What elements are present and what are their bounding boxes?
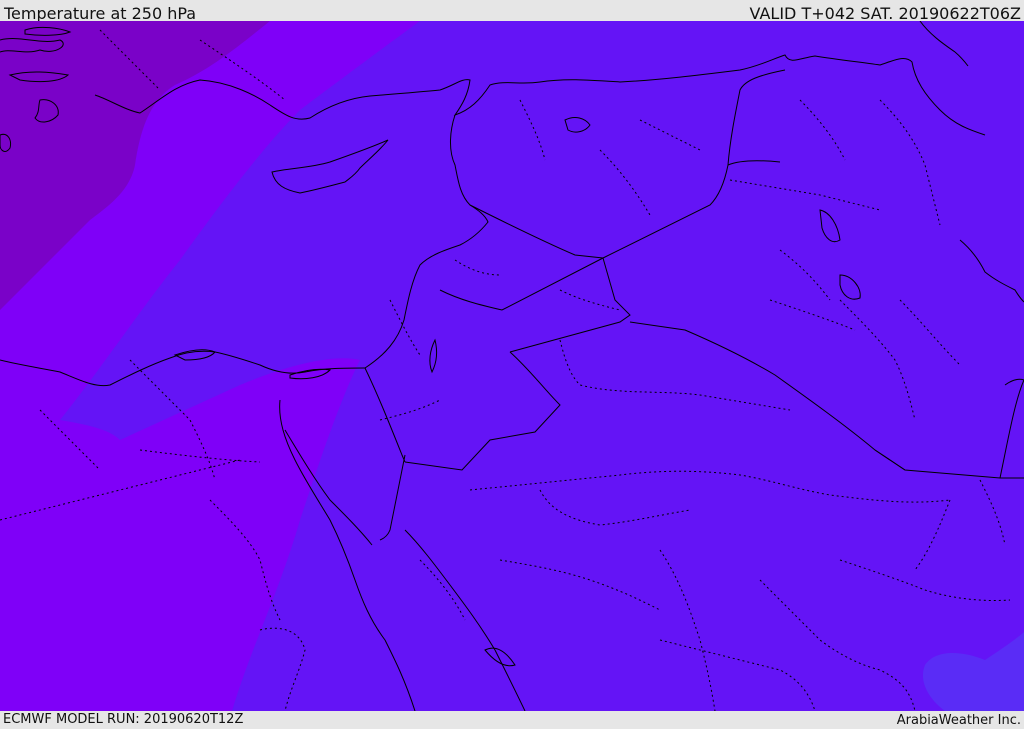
footer-bar: ECMWF MODEL RUN: 20190620T12Z ArabiaWeat… [0, 711, 1024, 729]
model-run: ECMWF MODEL RUN: 20190620T12Z [3, 712, 244, 727]
credit: ArabiaWeather Inc. [896, 713, 1021, 728]
header-bar: Temperature at 250 hPa VALID T+042 SAT. … [0, 0, 1024, 23]
temperature-map [0, 21, 1024, 711]
map-canvas[interactable] [0, 21, 1024, 711]
